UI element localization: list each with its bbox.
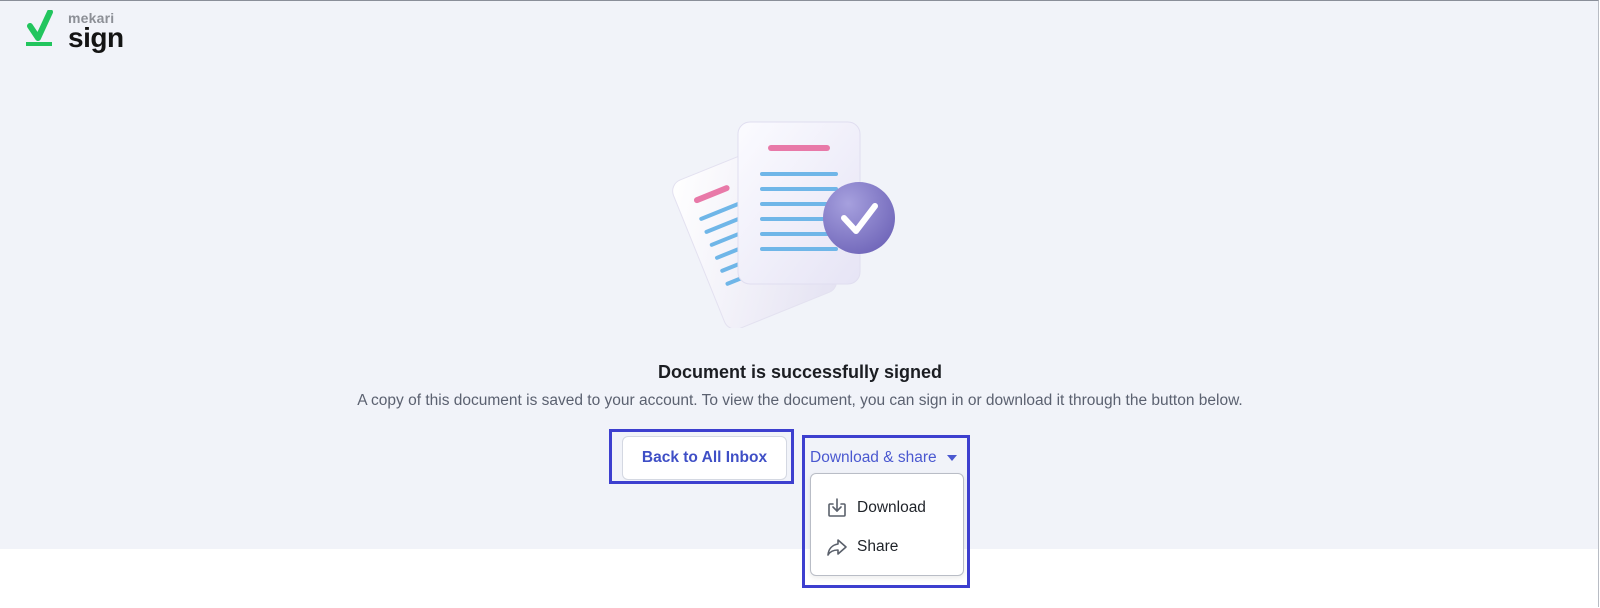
mekari-sign-logo[interactable]: mekari sign <box>26 10 136 58</box>
menu-item-share-label: Share <box>857 538 899 555</box>
download-share-dropdown[interactable]: Download & share <box>810 447 957 469</box>
back-to-inbox-button[interactable]: Back to All Inbox <box>622 436 787 480</box>
logo-product-label: sign <box>68 22 124 53</box>
share-icon <box>825 535 849 559</box>
menu-item-share[interactable]: Share <box>825 535 898 559</box>
download-share-menu: Download Share <box>810 473 964 576</box>
download-icon <box>825 496 849 520</box>
menu-item-download-label: Download <box>857 499 926 516</box>
download-share-label: Download & share <box>810 449 937 466</box>
caret-down-icon <box>946 455 957 461</box>
menu-item-download[interactable]: Download <box>825 496 926 520</box>
page-title: Document is successfully signed <box>657 362 943 382</box>
signed-document-illustration <box>672 121 895 328</box>
check-icon <box>26 10 53 46</box>
page-subtitle: A copy of this document is saved to your… <box>357 392 1243 409</box>
